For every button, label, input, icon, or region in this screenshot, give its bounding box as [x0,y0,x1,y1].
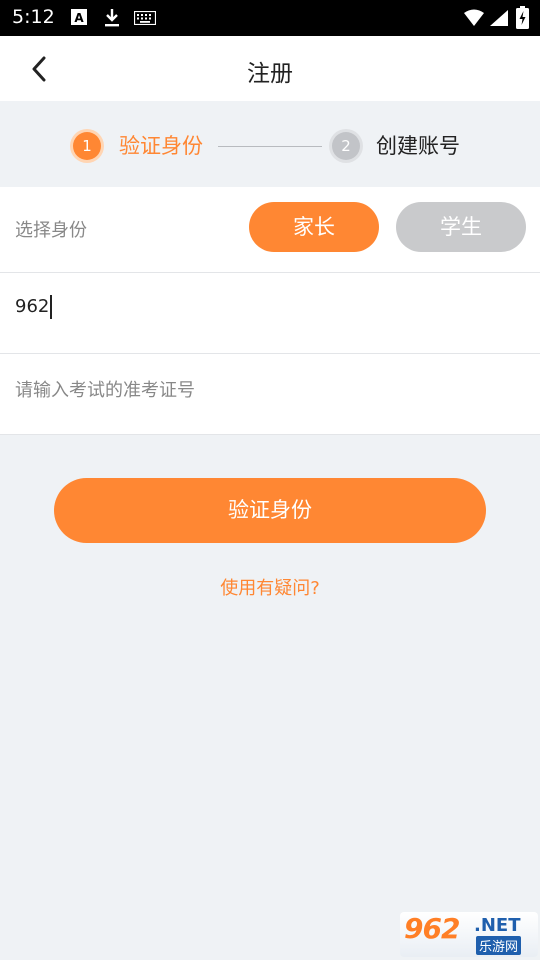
role-student-button[interactable]: 学生 [396,202,526,252]
signal-icon [490,10,508,26]
step-2-indicator: 2 [332,132,360,160]
step-1-indicator: 1 [73,132,101,160]
exam-number-input[interactable]: 请输入考试的准考证号 [15,376,525,412]
watermark-brand: 962 [404,912,460,945]
status-bar: 5:12 A [0,0,540,36]
role-parent-button[interactable]: 家长 [249,202,379,252]
text-cursor [50,295,53,319]
keyboard-icon [134,11,156,25]
input-row-2: 请输入考试的准考证号 [0,354,540,435]
exam-number-placeholder: 请输入考试的准考证号 [15,380,195,401]
watermark-domain: .NET [474,915,521,936]
step-1-label: 验证身份 [119,134,203,158]
progress-stepper: 1 验证身份 2 创建账号 [0,101,540,187]
verify-identity-button[interactable]: 验证身份 [54,478,486,543]
name-input-value: 962 [15,296,50,317]
text-a-icon: A [71,9,87,25]
step-2-label: 创建账号 [376,134,460,158]
role-selection-row: 选择身份 家长 学生 [0,187,540,273]
wifi-icon [464,9,484,26]
download-icon [105,9,119,27]
watermark-subtitle: 乐游网 [476,936,522,955]
page-title: 注册 [247,61,293,87]
input-row-1: 962 [0,273,540,354]
battery-charging-icon [516,6,529,29]
app-bar: 注册 [0,36,540,101]
status-time: 5:12 [12,6,55,28]
watermark-logo: 962 .NET 乐游网 [400,912,538,957]
role-label: 选择身份 [15,220,87,241]
help-link[interactable]: 使用有疑问? [0,574,540,600]
svg-text:A: A [74,11,84,25]
step-connector [218,146,322,147]
name-input[interactable]: 962 [15,295,525,331]
